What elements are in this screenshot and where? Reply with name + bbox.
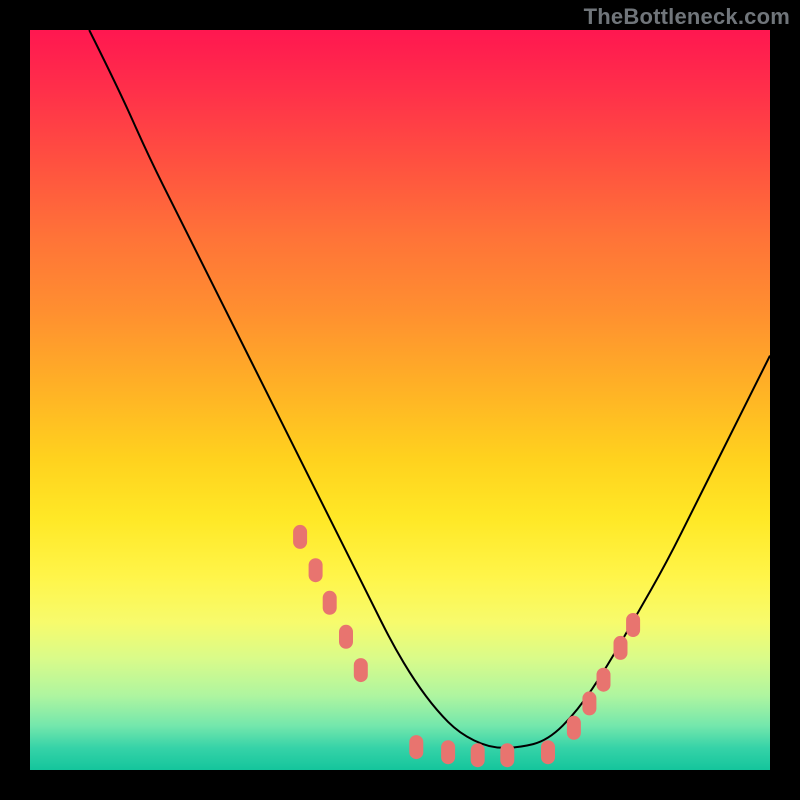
data-marker bbox=[541, 740, 555, 764]
data-marker bbox=[471, 743, 485, 767]
chart-svg bbox=[30, 30, 770, 770]
data-marker bbox=[441, 740, 455, 764]
watermark-text: TheBottleneck.com bbox=[584, 4, 790, 30]
data-marker bbox=[614, 636, 628, 660]
data-marker bbox=[323, 591, 337, 615]
data-marker bbox=[409, 735, 423, 759]
data-marker bbox=[567, 716, 581, 740]
data-marker bbox=[309, 558, 323, 582]
marker-group bbox=[293, 525, 640, 767]
data-marker bbox=[500, 743, 514, 767]
plot-area bbox=[30, 30, 770, 770]
data-marker bbox=[582, 691, 596, 715]
data-marker bbox=[293, 525, 307, 549]
chart-frame: TheBottleneck.com bbox=[0, 0, 800, 800]
data-marker bbox=[626, 613, 640, 637]
data-marker bbox=[354, 658, 368, 682]
data-marker bbox=[339, 625, 353, 649]
bottleneck-curve bbox=[89, 30, 770, 748]
data-marker bbox=[597, 668, 611, 692]
